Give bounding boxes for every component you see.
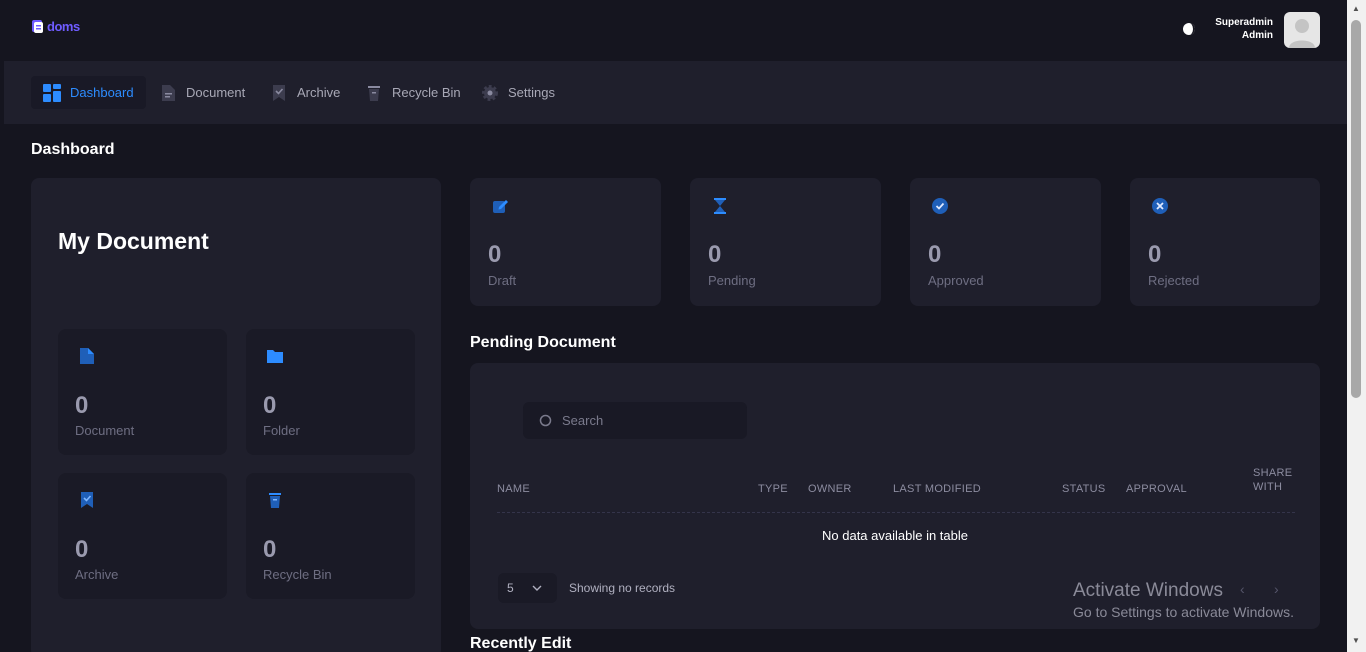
tile-label: Folder [263,423,300,438]
tile-label: Archive [75,567,119,582]
nav-label: Dashboard [70,85,134,100]
page-size-select[interactable]: 5 [498,573,557,603]
nav-label: Settings [508,85,555,100]
chevron-down-icon [532,585,542,591]
gear-icon [482,84,498,101]
tile-value: 0 [263,536,277,563]
tile-folder[interactable]: 0 Folder [246,329,415,455]
logo-text: doms [47,18,80,34]
tile-recycle-bin[interactable]: 0 Recycle Bin [246,473,415,599]
scroll-down-icon[interactable]: ▼ [1351,636,1361,646]
column-header-status[interactable]: STATUS [1062,482,1106,496]
page-size-value: 5 [507,581,514,595]
column-header-share-with[interactable]: SHARE WITH [1253,466,1292,494]
my-document-card: My Document 0 Document 0 Folder 0 Archiv… [31,178,441,652]
folder-icon [267,350,283,363]
column-header-name[interactable]: NAME [497,482,530,496]
my-document-title: My Document [58,228,209,254]
tile-label: Document [75,423,135,438]
column-header-share-line1: SHARE [1253,467,1293,479]
stat-label: Rejected [1148,273,1200,288]
x-circle-icon [1152,198,1168,214]
column-header-owner[interactable]: OWNER [808,482,852,496]
avatar-icon [1289,19,1315,48]
stat-draft[interactable]: 0 Draft [470,178,661,306]
column-header-last-modified[interactable]: LAST MODIFIED [893,482,981,496]
stat-value: 0 [928,241,942,268]
edit-icon [493,200,508,213]
stat-approved[interactable]: 0 Approved [910,178,1101,306]
watermark-line2: Go to Settings to activate Windows. [1073,604,1294,620]
tile-document[interactable]: 0 Document [58,329,227,455]
column-header-type[interactable]: TYPE [758,482,788,496]
stat-label: Pending [708,273,756,288]
logo-icon [32,20,43,33]
user-info[interactable]: Superadmin Admin [1215,16,1273,42]
tile-value: 0 [75,536,89,563]
document-icon [162,84,175,101]
tile-archive[interactable]: 0 Archive [58,473,227,599]
grid-icon [43,83,61,102]
stat-value: 0 [488,241,502,268]
nav-item-settings[interactable]: Settings [469,76,567,109]
archive-icon [273,84,285,101]
scroll-thumb[interactable] [1351,20,1361,398]
nav-label: Archive [297,85,341,100]
column-header-share-line2: WITH [1253,481,1283,493]
page-title: Dashboard [31,141,115,158]
tile-label: Recycle Bin [263,567,332,582]
watermark-line1: Activate Windows [1073,580,1223,601]
check-circle-icon [932,198,948,214]
app-logo[interactable]: doms [31,18,80,34]
nav-item-document[interactable]: Document [147,76,257,109]
nav-item-archive[interactable]: Archive [258,76,352,109]
search-icon [539,414,552,427]
search-input[interactable]: Search [523,402,747,439]
table-divider [497,512,1295,513]
nav-label: Document [186,85,246,100]
stat-rejected[interactable]: 0 Rejected [1130,178,1320,306]
stat-value: 0 [708,241,722,268]
nav-label: Recycle Bin [392,85,461,100]
user-role: Admin [1241,30,1273,41]
top-bar: doms Superadmin Admin [0,0,1347,60]
stat-label: Approved [928,273,984,288]
hourglass-icon [714,198,726,214]
stat-label: Draft [488,273,517,288]
trash-icon [368,85,380,101]
windows-activation-watermark: Activate Windows Go to Settings to activ… [1073,580,1294,620]
stat-pending[interactable]: 0 Pending [690,178,881,306]
document-icon [80,348,94,364]
trash-icon [269,493,281,508]
column-header-approval[interactable]: APPROVAL [1126,482,1187,496]
scroll-up-icon[interactable]: ▲ [1351,4,1361,14]
recently-edit-title: Recently Edit [470,635,572,652]
nav-item-recycle-bin[interactable]: Recycle Bin [353,76,473,109]
vertical-scrollbar[interactable]: ▲ ▼ [1347,0,1366,652]
search-placeholder: Search [562,413,604,428]
avatar[interactable] [1284,12,1320,48]
theme-toggle-icon[interactable] [1181,21,1197,37]
user-name: Superadmin [1215,17,1273,28]
empty-table-message: No data available in table [822,528,968,543]
archive-icon [81,492,93,508]
pending-title: Pending Document [470,334,616,351]
nav-item-dashboard[interactable]: Dashboard [31,76,146,109]
tile-value: 0 [263,392,277,419]
tile-value: 0 [75,392,89,419]
records-info: Showing no records [569,581,676,595]
stat-value: 0 [1148,241,1162,268]
main-nav: Dashboard Document Archive Recycle Bin S… [4,61,1347,124]
